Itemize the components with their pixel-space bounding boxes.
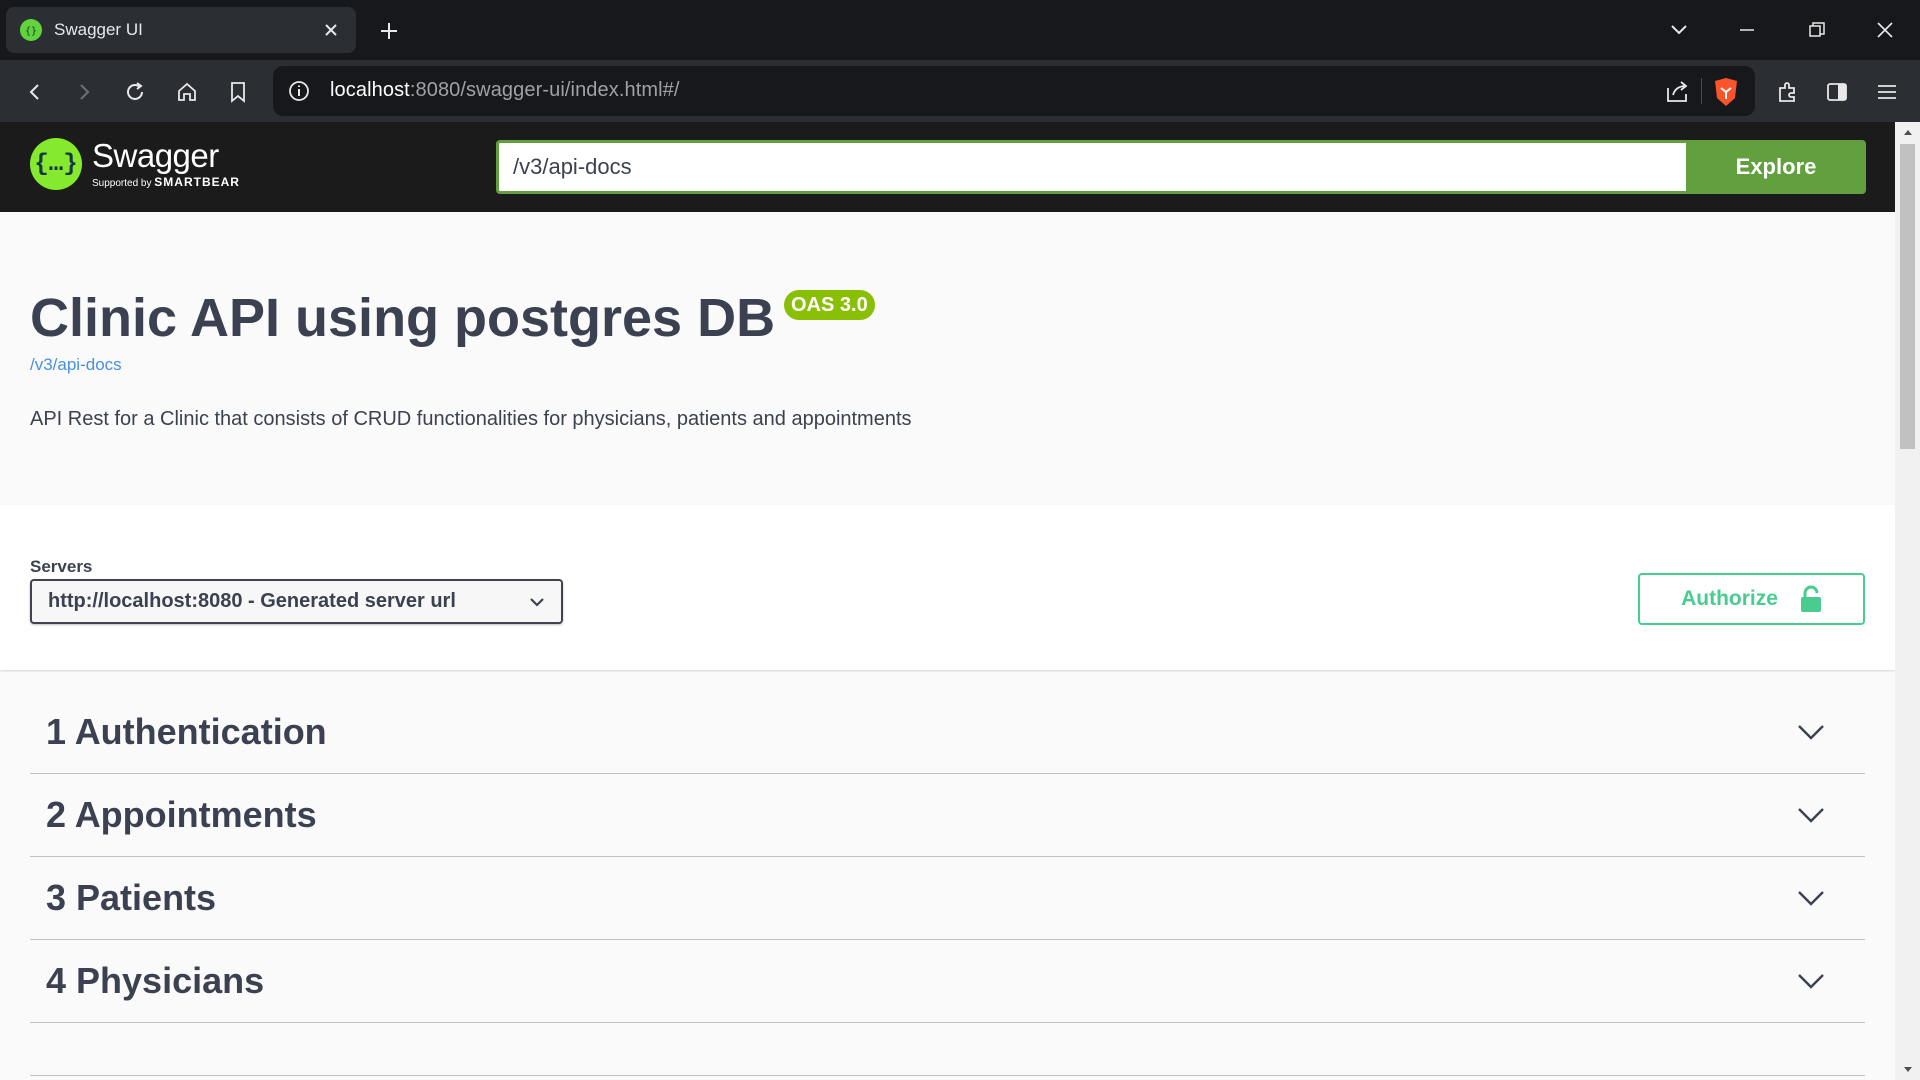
reload-icon[interactable] — [118, 75, 152, 109]
tag-name: 1 Authentication — [46, 711, 327, 752]
api-info: Clinic API using postgres DB OAS 3.0 /v3… — [0, 212, 1895, 505]
api-description: API Rest for a Clinic that consists of C… — [30, 408, 912, 430]
page-title: Clinic API using postgres DB — [30, 288, 776, 348]
url-host: localhost — [330, 79, 410, 101]
chevron-down-icon[interactable] — [1795, 716, 1827, 748]
new-tab-icon[interactable] — [374, 16, 404, 46]
close-window-icon[interactable] — [1868, 14, 1902, 46]
chevron-down-icon[interactable] — [1795, 799, 1827, 831]
home-icon[interactable] — [170, 75, 204, 109]
authorize-button[interactable]: Authorize — [1638, 573, 1865, 625]
scrollbar-thumb[interactable] — [1900, 144, 1915, 449]
tag-section-patients[interactable]: 3 Patients — [30, 857, 1865, 940]
chevron-down-icon[interactable] — [1795, 965, 1827, 997]
spec-link[interactable]: /v3/api-docs — [30, 355, 122, 375]
bookmark-icon[interactable] — [221, 75, 255, 109]
version-badge: OAS 3.0 — [784, 290, 875, 320]
scroll-up-arrow-icon[interactable] — [1895, 122, 1920, 142]
logo-name: Swagger — [92, 137, 219, 174]
servers-label: Servers — [30, 557, 93, 576]
swagger-logo[interactable]: {…} Swagger Supported by SMARTBEAR — [30, 138, 240, 190]
tag-name: 2 Appointments — [46, 794, 317, 835]
url-path: :8080/swagger-ui/index.html#/ — [409, 79, 680, 101]
close-tab-icon[interactable] — [320, 19, 342, 41]
schemas-section-edge — [30, 1075, 1865, 1080]
explore-button[interactable]: Explore — [1686, 140, 1866, 194]
tag-section-appointments[interactable]: 2 Appointments — [30, 774, 1865, 857]
restore-icon[interactable] — [1800, 14, 1834, 46]
swagger-logo-text: Swagger Supported by SMARTBEAR — [92, 137, 240, 190]
tag-list: 1 Authentication 2 Appointments 3 Patien… — [30, 691, 1865, 1023]
scheme-container: Servers http://localhost:8080 - Generate… — [0, 505, 1895, 670]
address-separator — [1701, 78, 1702, 104]
servers-select[interactable]: http://localhost:8080 - Generated server… — [30, 579, 563, 624]
authorize-label: Authorize — [1681, 587, 1778, 610]
svg-text:{}: {} — [25, 26, 37, 37]
lock-icon — [1800, 585, 1821, 612]
browser-tab[interactable]: {} Swagger UI — [6, 7, 356, 53]
browser-toolbar: localhost:8080/swagger-ui/index.html#/ — [0, 60, 1920, 122]
tag-name: 4 Physicians — [46, 960, 265, 1001]
chevron-down-icon — [530, 597, 544, 607]
share-icon[interactable] — [1663, 78, 1691, 106]
menu-icon[interactable] — [1870, 75, 1904, 109]
tab-search-chevron-icon[interactable] — [1662, 14, 1696, 46]
address-bar[interactable]: localhost:8080/swagger-ui/index.html#/ — [273, 66, 1755, 116]
site-info-icon[interactable] — [287, 79, 311, 103]
browser-tabbar: {} Swagger UI — [0, 0, 1920, 60]
tag-name: 3 Patients — [46, 877, 217, 918]
scroll-down-arrow-icon[interactable] — [1895, 1060, 1920, 1080]
logo-supported-brand: SMARTBEAR — [154, 175, 240, 189]
page-scrollbar[interactable] — [1895, 122, 1920, 1080]
forward-icon[interactable] — [67, 75, 101, 109]
tab-title: Swagger UI — [54, 20, 143, 39]
swagger-logo-icon: {…} — [30, 138, 82, 190]
spec-url-input[interactable]: /v3/api-docs — [496, 140, 1686, 194]
extensions-icon[interactable] — [1771, 75, 1805, 109]
tag-section-authentication[interactable]: 1 Authentication — [30, 691, 1865, 774]
logo-supported-prefix: Supported by — [92, 178, 152, 189]
chevron-down-icon[interactable] — [1795, 882, 1827, 914]
brave-shields-icon[interactable] — [1711, 76, 1741, 108]
logo-supported-by: Supported by SMARTBEAR — [92, 175, 240, 189]
address-url: localhost:8080/swagger-ui/index.html#/ — [330, 79, 680, 102]
tag-section-physicians[interactable]: 4 Physicians — [30, 940, 1865, 1023]
swagger-topbar: {…} Swagger Supported by SMARTBEAR /v3/a… — [0, 122, 1895, 212]
minimize-icon[interactable] — [1730, 14, 1764, 46]
servers-selected-value: http://localhost:8080 - Generated server… — [48, 590, 456, 612]
sidebar-toggle-icon[interactable] — [1820, 75, 1854, 109]
back-icon[interactable] — [18, 75, 52, 109]
swagger-favicon-icon: {} — [20, 19, 42, 41]
